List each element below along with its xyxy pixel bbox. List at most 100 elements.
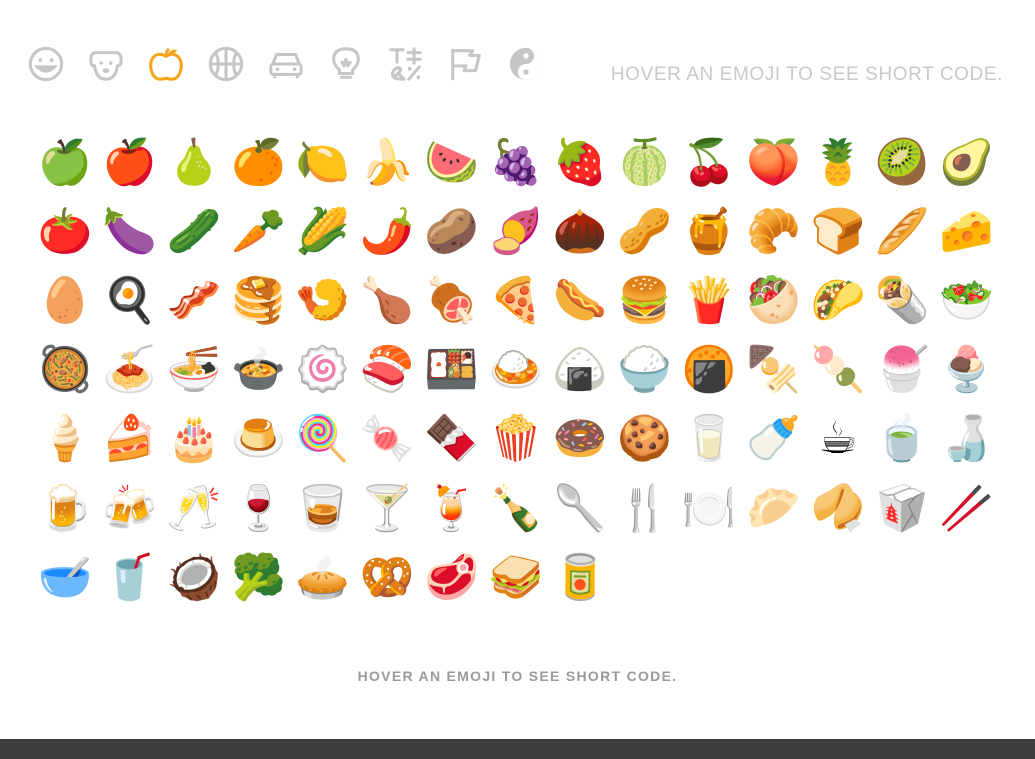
fortune-cookie-emoji[interactable]: 🥠 [806, 474, 870, 543]
beers-emoji[interactable]: 🍻 [97, 474, 161, 543]
cookie-emoji[interactable]: 🍪 [613, 405, 677, 474]
canned-food-emoji[interactable]: 🥫 [548, 543, 612, 612]
fish-cake-emoji[interactable]: 🍥 [291, 336, 355, 405]
shallow-pan-of-food-emoji[interactable]: 🥘 [33, 336, 97, 405]
coffee-emoji[interactable]: ☕ [806, 405, 870, 474]
rice-ball-emoji[interactable]: 🍙 [548, 336, 612, 405]
peach-emoji[interactable]: 🍑 [741, 128, 805, 197]
pineapple-emoji[interactable]: 🍍 [806, 128, 870, 197]
tropical-drink-emoji[interactable]: 🍹 [419, 474, 483, 543]
rice-emoji[interactable]: 🍚 [613, 336, 677, 405]
shortcake-emoji[interactable]: 🍰 [97, 405, 161, 474]
pretzel-emoji[interactable]: 🥨 [355, 543, 419, 612]
tab-travel[interactable] [266, 44, 306, 84]
sake-emoji[interactable]: 🍶 [934, 405, 998, 474]
birthday-emoji[interactable]: 🎂 [162, 405, 226, 474]
melon-emoji[interactable]: 🍈 [613, 128, 677, 197]
ramen-emoji[interactable]: 🍜 [162, 336, 226, 405]
tab-diversity[interactable] [506, 44, 546, 84]
ice-cream-emoji[interactable]: 🍨 [934, 336, 998, 405]
tab-flags[interactable] [446, 44, 486, 84]
cocktail-emoji[interactable]: 🍸 [355, 474, 419, 543]
champagne-emoji[interactable]: 🍾 [484, 474, 548, 543]
pear-emoji[interactable]: 🍐 [162, 128, 226, 197]
bento-emoji[interactable]: 🍱 [419, 336, 483, 405]
beer-emoji[interactable]: 🍺 [33, 474, 97, 543]
peanuts-emoji[interactable]: 🥜 [613, 197, 677, 266]
shaved-ice-emoji[interactable]: 🍧 [870, 336, 934, 405]
hot-pepper-emoji[interactable]: 🌶️ [355, 197, 419, 266]
lemon-emoji[interactable]: 🍋 [291, 128, 355, 197]
green-apple-emoji[interactable]: 🍏 [33, 128, 97, 197]
fork-knife-plate-emoji[interactable]: 🍽️ [677, 474, 741, 543]
tab-activity[interactable] [206, 44, 246, 84]
dango-emoji[interactable]: 🍡 [806, 336, 870, 405]
milk-emoji[interactable]: 🥛 [677, 405, 741, 474]
avocado-emoji[interactable]: 🥑 [934, 128, 998, 197]
pancakes-emoji[interactable]: 🥞 [226, 266, 290, 335]
popcorn-emoji[interactable]: 🍿 [484, 405, 548, 474]
poultry-leg-emoji[interactable]: 🍗 [355, 266, 419, 335]
baguette-emoji[interactable]: 🥖 [870, 197, 934, 266]
spoon-emoji[interactable]: 🥄 [548, 474, 612, 543]
stuffed-flatbread-emoji[interactable]: 🥙 [741, 266, 805, 335]
spaghetti-emoji[interactable]: 🍝 [97, 336, 161, 405]
sandwich-emoji[interactable]: 🥪 [484, 543, 548, 612]
eggplant-emoji[interactable]: 🍆 [97, 197, 161, 266]
tab-nature[interactable] [86, 44, 126, 84]
red-apple-emoji[interactable]: 🍎 [97, 128, 161, 197]
honey-pot-emoji[interactable]: 🍯 [677, 197, 741, 266]
tumbler-glass-emoji[interactable]: 🥃 [291, 474, 355, 543]
taco-emoji[interactable]: 🌮 [806, 266, 870, 335]
tab-symbols[interactable] [386, 44, 426, 84]
grapes-emoji[interactable]: 🍇 [484, 128, 548, 197]
egg-emoji[interactable]: 🥚 [33, 266, 97, 335]
hot-dog-emoji[interactable]: 🌭 [548, 266, 612, 335]
bread-emoji[interactable]: 🍞 [806, 197, 870, 266]
broccoli-emoji[interactable]: 🥦 [226, 543, 290, 612]
bowl-with-spoon-emoji[interactable]: 🥣 [33, 543, 97, 612]
hamburger-emoji[interactable]: 🍔 [613, 266, 677, 335]
cut-of-meat-emoji[interactable]: 🥩 [419, 543, 483, 612]
tea-emoji[interactable]: 🍵 [870, 405, 934, 474]
candy-emoji[interactable]: 🍬 [355, 405, 419, 474]
champagne-glass-emoji[interactable]: 🥂 [162, 474, 226, 543]
tangerine-emoji[interactable]: 🍊 [226, 128, 290, 197]
pizza-emoji[interactable]: 🍕 [484, 266, 548, 335]
icecream-emoji[interactable]: 🍦 [33, 405, 97, 474]
custard-emoji[interactable]: 🍮 [226, 405, 290, 474]
oden-emoji[interactable]: 🍢 [741, 336, 805, 405]
dumpling-emoji[interactable]: 🥟 [741, 474, 805, 543]
fries-emoji[interactable]: 🍟 [677, 266, 741, 335]
sweet-potato-emoji[interactable]: 🍠 [484, 197, 548, 266]
watermelon-emoji[interactable]: 🍉 [419, 128, 483, 197]
curry-emoji[interactable]: 🍛 [484, 336, 548, 405]
strawberry-emoji[interactable]: 🍓 [548, 128, 612, 197]
doughnut-emoji[interactable]: 🍩 [548, 405, 612, 474]
tomato-emoji[interactable]: 🍅 [33, 197, 97, 266]
pie-emoji[interactable]: 🥧 [291, 543, 355, 612]
baby-bottle-emoji[interactable]: 🍼 [741, 405, 805, 474]
chopsticks-emoji[interactable]: 🥢 [934, 474, 998, 543]
burrito-emoji[interactable]: 🌯 [870, 266, 934, 335]
rice-cracker-emoji[interactable]: 🍘 [677, 336, 741, 405]
croissant-emoji[interactable]: 🥐 [741, 197, 805, 266]
tab-objects[interactable] [326, 44, 366, 84]
bacon-emoji[interactable]: 🥓 [162, 266, 226, 335]
potato-emoji[interactable]: 🥔 [419, 197, 483, 266]
kiwi-emoji[interactable]: 🥝 [870, 128, 934, 197]
lollipop-emoji[interactable]: 🍭 [291, 405, 355, 474]
chestnut-emoji[interactable]: 🌰 [548, 197, 612, 266]
stew-emoji[interactable]: 🍲 [226, 336, 290, 405]
chocolate-bar-emoji[interactable]: 🍫 [419, 405, 483, 474]
tab-food[interactable] [146, 44, 186, 84]
fork-and-knife-emoji[interactable]: 🍴 [613, 474, 677, 543]
tab-people[interactable] [26, 44, 66, 84]
green-salad-emoji[interactable]: 🥗 [934, 266, 998, 335]
cooking-emoji[interactable]: 🍳 [97, 266, 161, 335]
coconut-emoji[interactable]: 🥥 [162, 543, 226, 612]
fried-shrimp-emoji[interactable]: 🍤 [291, 266, 355, 335]
wine-glass-emoji[interactable]: 🍷 [226, 474, 290, 543]
corn-emoji[interactable]: 🌽 [291, 197, 355, 266]
cherries-emoji[interactable]: 🍒 [677, 128, 741, 197]
